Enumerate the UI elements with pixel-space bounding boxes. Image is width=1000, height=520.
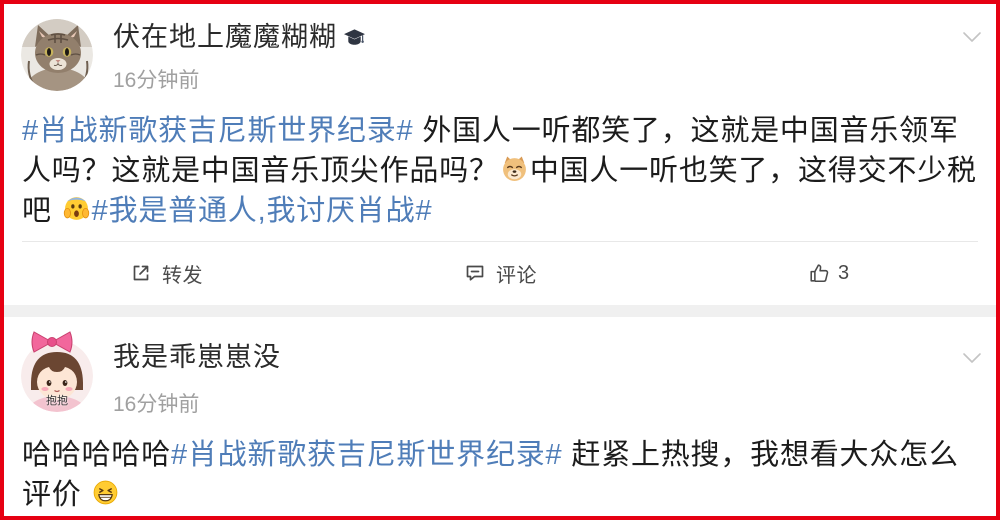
repost-button[interactable]: 转发 <box>131 257 203 289</box>
like-icon <box>810 264 829 283</box>
screaming-face-emoji <box>63 196 89 220</box>
weibo-feed: 伏在地上魔魔糊糊 16分钟前 #肖战新歌获吉尼斯世界纪录# 外国人一听都笑了，这… <box>0 0 1000 520</box>
post-text: 中国人一听也笑了，这得交不少税 <box>529 155 977 187</box>
post-text: 外国人一听都笑了，这就是中国音乐领军 <box>413 115 959 147</box>
doge-emoji <box>502 156 526 181</box>
hashtag-link[interactable]: #肖战新歌获吉尼斯世界纪录# <box>171 432 562 472</box>
weibo-post: 抱抱 我是乖崽崽没 16分钟前 哈哈哈哈哈 #肖战新歌获吉尼斯世界纪录# 赶紧上热… <box>0 317 1000 520</box>
cat-photo-avatar <box>21 19 93 91</box>
post-text: 哈哈哈哈哈 <box>22 439 172 471</box>
author-name[interactable]: 伏在地上魔魔糊糊 <box>113 20 337 54</box>
pink-bow-icon <box>31 331 73 353</box>
user-avatar[interactable] <box>21 19 93 91</box>
content-line: 人吗？这就是中国音乐顶尖作品吗？ 中国人一听也笑了，这得交不少税 <box>22 148 980 188</box>
share-icon <box>133 265 149 281</box>
hashtag-link[interactable]: #我是普通人,我讨厌肖战# <box>92 188 433 228</box>
post-time: 16分钟前 <box>113 69 200 92</box>
post-text: 吧 <box>22 195 61 227</box>
chevron-down-icon[interactable] <box>962 352 982 364</box>
avatar-caption: 抱抱 <box>46 395 68 407</box>
graduation-cap-icon <box>344 28 365 45</box>
post-time: 16分钟前 <box>113 393 200 416</box>
author-row: 伏在地上魔魔糊糊 <box>113 20 366 54</box>
author-name[interactable]: 我是乖崽崽没 <box>113 340 281 374</box>
repost-label: 转发 <box>162 264 203 287</box>
grinning-face-emoji <box>94 480 118 504</box>
chevron-down-icon[interactable] <box>962 31 982 43</box>
content-line: 评价 <box>22 472 980 512</box>
comment-label: 评论 <box>496 264 537 287</box>
post-content: #肖战新歌获吉尼斯世界纪录# 外国人一听都笑了，这就是中国音乐领军 人吗？这就是… <box>22 108 980 228</box>
post-content: 哈哈哈哈哈 #肖战新歌获吉尼斯世界纪录# 赶紧上热搜，我想看大众怎么 评价 <box>22 432 980 512</box>
content-line: 吧 #我是普通人,我讨厌肖战# <box>22 188 980 228</box>
action-bar-divider <box>22 241 978 242</box>
post-text: 赶紧上热搜，我想看大众怎么 <box>562 439 959 471</box>
comment-button[interactable]: 评论 <box>465 257 537 289</box>
comment-icon <box>466 265 484 281</box>
like-count: 3 <box>838 261 850 284</box>
like-button[interactable]: 3 <box>808 257 849 289</box>
post-text: 评价 <box>22 479 91 511</box>
content-line: #肖战新歌获吉尼斯世界纪录# 外国人一听都笑了，这就是中国音乐领军 <box>22 108 980 148</box>
weibo-post: 伏在地上魔魔糊糊 16分钟前 #肖战新歌获吉尼斯世界纪录# 外国人一听都笑了，这… <box>0 0 1000 305</box>
post-text: 人吗？这就是中国音乐顶尖作品吗？ <box>22 155 499 187</box>
post-separator <box>0 305 1000 317</box>
content-line: 哈哈哈哈哈 #肖战新歌获吉尼斯世界纪录# 赶紧上热搜，我想看大众怎么 <box>22 432 980 472</box>
hashtag-link[interactable]: #肖战新歌获吉尼斯世界纪录# <box>22 108 413 148</box>
author-row: 我是乖崽崽没 <box>113 340 281 374</box>
